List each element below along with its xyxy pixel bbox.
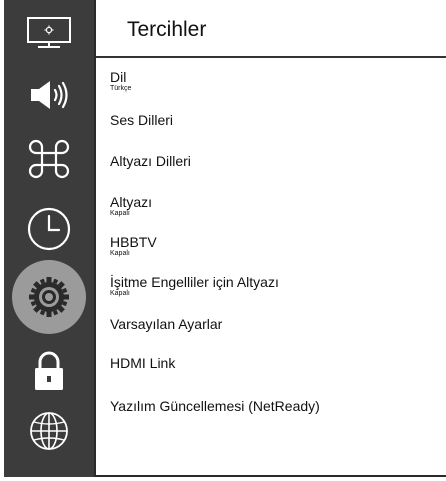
menu-item-label: Yazılım Güncellemesi (NetReady) <box>110 398 320 414</box>
speaker-icon <box>31 81 68 109</box>
monitor-icon <box>27 17 71 48</box>
menu-item-hdmi-link[interactable]: HDMI Link <box>110 355 438 371</box>
page-title: Tercihler <box>127 18 207 41</box>
menu-item-value: Kapalı <box>110 250 130 257</box>
sidebar-item-network[interactable] <box>4 398 94 464</box>
menu-item-value: Kapalı <box>110 210 130 217</box>
command-icon <box>28 139 70 179</box>
menu-item-label: Altyazı Dilleri <box>110 153 191 169</box>
menu-item-value: Türkçe <box>110 85 132 92</box>
menu-item-software-update[interactable]: Yazılım Güncellemesi (NetReady) <box>110 398 438 414</box>
menu-item-audio-languages[interactable]: Ses Dilleri <box>110 112 438 128</box>
clock-icon <box>27 207 71 251</box>
menu-item-value: Kapalı <box>110 290 130 297</box>
sidebar-item-settings[interactable] <box>4 260 94 334</box>
menu-item-label: HDMI Link <box>110 355 176 371</box>
menu-item-label: Altyazı <box>110 194 153 210</box>
sidebar-item-lock[interactable] <box>4 338 94 404</box>
sidebar-item-picture[interactable] <box>4 0 94 66</box>
menu-item-label: İşitme Engelliler için Altyazı <box>110 274 279 290</box>
menu-item-label: Varsayılan Ayarlar <box>110 316 223 332</box>
menu-item-subtitle-languages[interactable]: Altyazı Dilleri <box>110 153 438 169</box>
menu-item-hbbtv[interactable]: HBBTV Kapalı <box>110 234 438 258</box>
menu-item-default-settings[interactable]: Varsayılan Ayarlar <box>110 316 438 332</box>
sidebar-item-sound[interactable] <box>4 62 94 128</box>
menu-item-label: Ses Dilleri <box>110 112 174 128</box>
sidebar-item-features[interactable] <box>4 126 94 192</box>
menu-item-label: HBBTV <box>110 234 157 250</box>
menu-item-hearing-impaired-subtitles[interactable]: İşitme Engelliler için Altyazı Kapalı <box>110 274 438 298</box>
globe-icon <box>30 412 68 450</box>
menu-item-subtitles[interactable]: Altyazı Kapalı <box>110 194 438 218</box>
menu-header: Tercihler <box>96 0 446 58</box>
sidebar-item-timer[interactable] <box>4 196 94 262</box>
lock-icon <box>35 351 63 390</box>
category-sidebar <box>4 0 96 477</box>
gear-icon <box>29 277 69 317</box>
menu-item-language[interactable]: Dil Türkçe <box>110 69 438 93</box>
menu-item-label: Dil <box>110 69 127 85</box>
